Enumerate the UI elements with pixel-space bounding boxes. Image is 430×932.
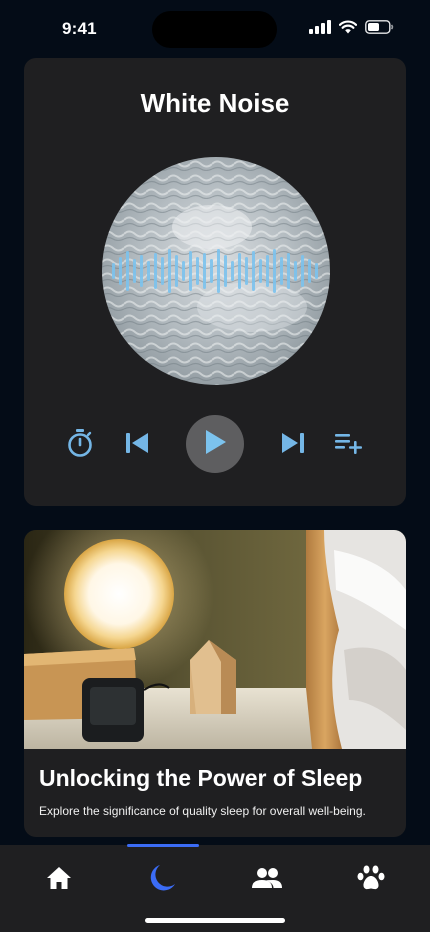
status-icons [309, 20, 394, 39]
article-title[interactable]: Unlocking the Power of Sleep [39, 765, 362, 792]
home-indicator [145, 918, 285, 923]
tab-home[interactable] [39, 862, 79, 898]
next-button[interactable] [278, 430, 308, 460]
active-tab-indicator [127, 844, 199, 847]
skip-next-icon [281, 432, 305, 459]
battery-icon [365, 20, 394, 39]
status-bar: 9:41 [0, 0, 430, 58]
wifi-icon [338, 20, 358, 39]
tab-community[interactable] [247, 862, 287, 898]
people-icon [251, 867, 283, 894]
moon-icon [146, 864, 176, 897]
add-to-queue-button[interactable] [333, 430, 365, 460]
white-noise-artwork [102, 157, 330, 385]
home-icon [46, 866, 72, 895]
tab-sleep[interactable] [141, 862, 181, 898]
timer-button[interactable] [64, 428, 96, 463]
article-description: Explore the significance of quality slee… [39, 804, 366, 818]
cellular-signal-icon [309, 20, 331, 39]
play-icon [203, 429, 227, 460]
play-button[interactable] [186, 415, 244, 473]
status-time: 9:41 [62, 19, 97, 38]
skip-previous-icon [125, 432, 149, 459]
app-screen: 9:41 White Noise Unlocking the Power of … [0, 0, 430, 932]
tab-pets[interactable] [351, 862, 391, 898]
timer-icon [66, 428, 94, 463]
playlist-add-icon [335, 432, 363, 459]
playback-controls [0, 415, 430, 473]
article-image [24, 530, 406, 749]
player-title: White Noise [140, 88, 290, 118]
dynamic-island [152, 11, 277, 48]
previous-button[interactable] [122, 430, 152, 460]
paw-icon [357, 864, 385, 897]
